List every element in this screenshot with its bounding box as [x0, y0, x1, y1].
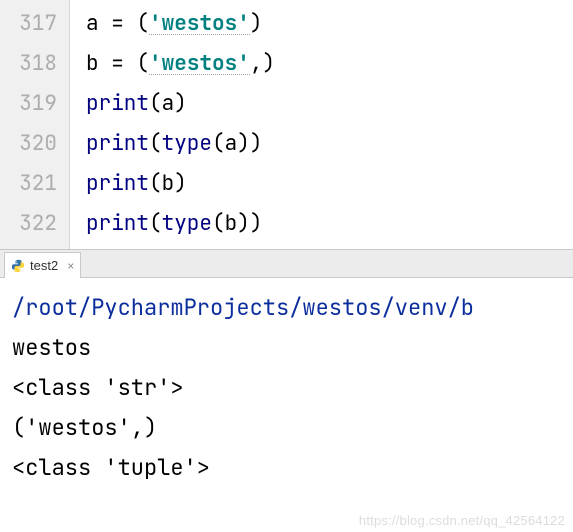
- console-line: <class 'tuple'>: [12, 448, 561, 488]
- code-line: print(a): [86, 84, 573, 124]
- line-number: 320: [0, 124, 69, 164]
- paren: (: [149, 170, 162, 197]
- run-tab[interactable]: test2 ×: [4, 252, 81, 278]
- code-line: print(type(b)): [86, 204, 573, 244]
- console-output[interactable]: /root/PycharmProjects/westos/venv/b west…: [0, 278, 573, 488]
- code-line: b = ('westos',): [86, 44, 573, 84]
- variable: b: [162, 170, 175, 197]
- string-literal: westos: [162, 50, 238, 77]
- string-literal: westos: [162, 10, 238, 37]
- paren: ): [237, 210, 250, 237]
- variable: b: [225, 210, 238, 237]
- paren: ): [262, 50, 275, 77]
- console-line: westos: [12, 328, 561, 368]
- builtin-func: print: [86, 210, 149, 237]
- variable: a: [225, 130, 238, 157]
- paren: ): [250, 210, 263, 237]
- operator: =: [99, 50, 137, 77]
- comma: ,: [250, 50, 263, 77]
- line-number: 318: [0, 44, 69, 84]
- line-gutter: 317 318 319 320 321 322: [0, 0, 70, 249]
- line-number: 317: [0, 4, 69, 44]
- paren: ): [174, 90, 187, 117]
- console-line: ('westos',): [12, 408, 561, 448]
- paren: (: [136, 10, 149, 37]
- paren: (: [212, 130, 225, 157]
- paren: (: [136, 50, 149, 77]
- paren: ): [250, 130, 263, 157]
- string-quote: ': [237, 50, 250, 77]
- code-line: print(type(a)): [86, 124, 573, 164]
- string-quote: ': [149, 50, 162, 77]
- code-area[interactable]: a = ('westos') b = ('westos',) print(a) …: [70, 0, 573, 249]
- builtin-func: type: [162, 210, 212, 237]
- console-line: <class 'str'>: [12, 368, 561, 408]
- variable: a: [162, 90, 175, 117]
- paren: ): [250, 10, 263, 37]
- variable: b: [86, 50, 99, 77]
- paren: ): [174, 170, 187, 197]
- paren: (: [149, 210, 162, 237]
- code-editor: 317 318 319 320 321 322 a = ('westos') b…: [0, 0, 573, 249]
- line-number: 321: [0, 164, 69, 204]
- paren: (: [149, 130, 162, 157]
- builtin-func: print: [86, 130, 149, 157]
- string-quote: ': [149, 10, 162, 37]
- run-tabs-bar: test2 ×: [0, 249, 573, 278]
- variable: a: [86, 10, 99, 37]
- tab-label: test2: [30, 258, 58, 273]
- paren: ): [237, 130, 250, 157]
- builtin-func: print: [86, 170, 149, 197]
- code-line: print(b): [86, 164, 573, 204]
- operator: =: [99, 10, 137, 37]
- builtin-func: print: [86, 90, 149, 117]
- watermark: https://blog.csdn.net/qq_42564122: [359, 513, 565, 528]
- string-quote: ': [237, 10, 250, 37]
- paren: (: [149, 90, 162, 117]
- code-line: a = ('westos'): [86, 4, 573, 44]
- close-icon[interactable]: ×: [67, 259, 74, 273]
- line-number: 322: [0, 204, 69, 244]
- python-file-icon: [11, 259, 25, 273]
- console-path: /root/PycharmProjects/westos/venv/b: [12, 288, 561, 328]
- builtin-func: type: [162, 130, 212, 157]
- paren: (: [212, 210, 225, 237]
- line-number: 319: [0, 84, 69, 124]
